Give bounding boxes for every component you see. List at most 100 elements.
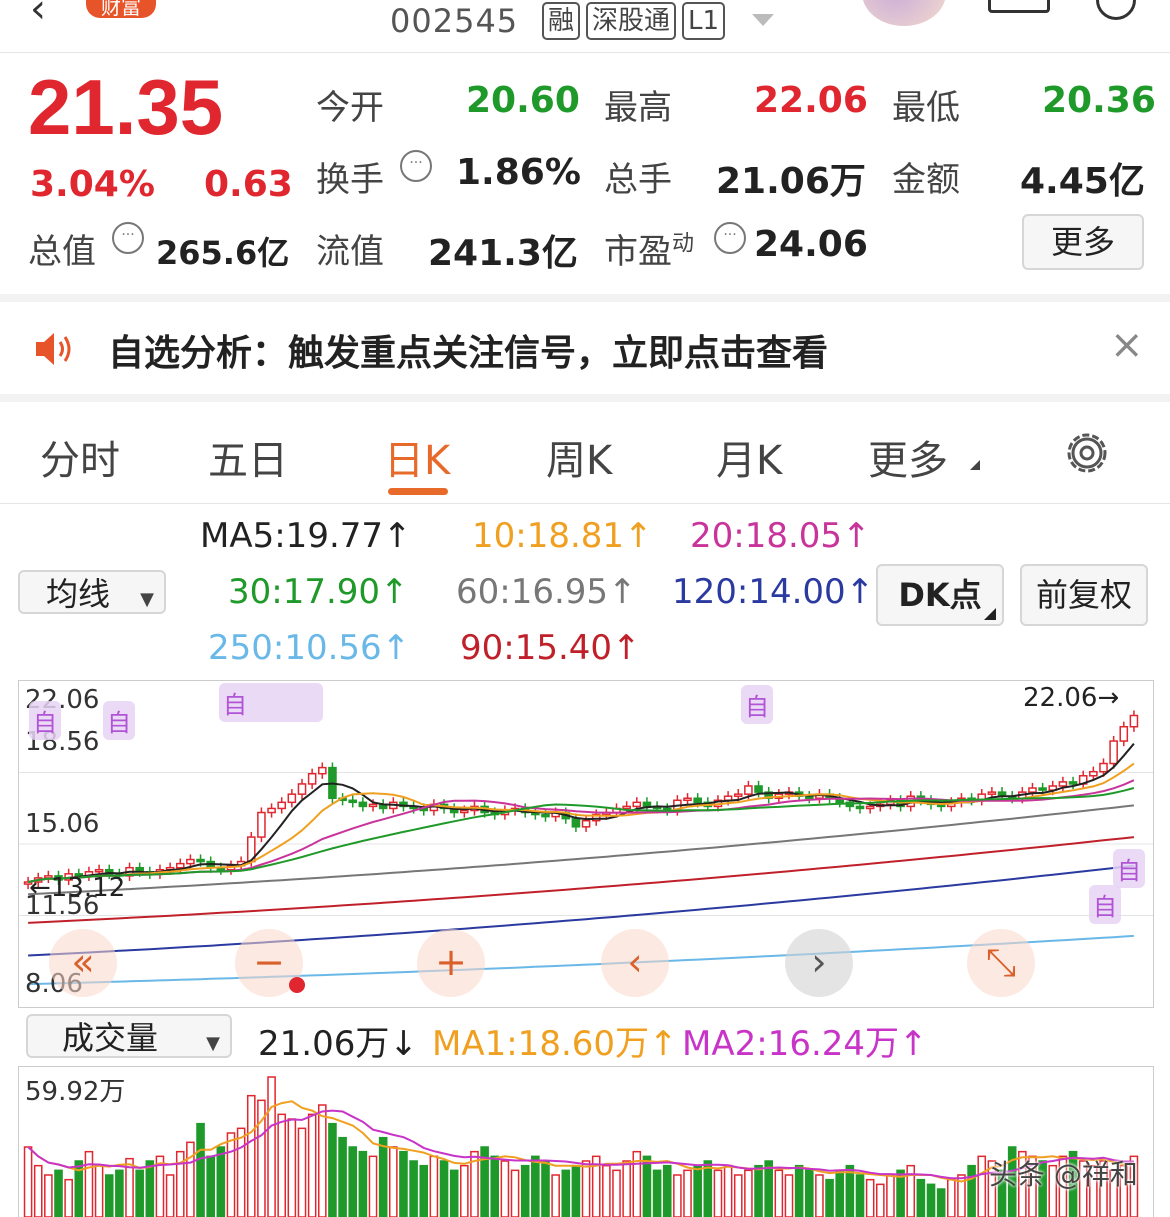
volume-bar bbox=[693, 1164, 702, 1217]
volume-selector[interactable]: 成交量 ▼ bbox=[26, 1014, 232, 1058]
tab-intraday[interactable]: 分时 bbox=[40, 428, 120, 486]
stat-mktcap-value: 265.6亿 bbox=[156, 234, 290, 272]
ma120-line bbox=[28, 864, 1135, 957]
volume-bar bbox=[652, 1169, 662, 1217]
volume-bar bbox=[764, 1160, 773, 1217]
stat-open-value: 20.60 bbox=[466, 80, 580, 121]
volume-bar bbox=[500, 1160, 510, 1217]
close-icon[interactable]: × bbox=[1110, 322, 1144, 368]
stat-turnover-label: 换手 bbox=[316, 160, 384, 200]
avatar[interactable] bbox=[862, 0, 946, 26]
volume-bar bbox=[449, 1169, 459, 1217]
more-stats-button[interactable]: 更多 bbox=[1022, 214, 1144, 270]
volume-bar bbox=[23, 1146, 33, 1217]
candle-body bbox=[733, 793, 743, 797]
stat-amount-label: 金额 bbox=[892, 160, 960, 200]
tab-monthly-k[interactable]: 月K bbox=[716, 428, 782, 486]
volume-bar bbox=[348, 1146, 358, 1217]
signal-mark[interactable]: 自 bbox=[29, 701, 61, 740]
tag-level: L1 bbox=[682, 2, 726, 40]
gear-icon[interactable] bbox=[1062, 428, 1112, 478]
stat-volume-value: 21.06万 bbox=[716, 161, 866, 202]
tab-5day[interactable]: 五日 bbox=[208, 428, 288, 486]
candle-body bbox=[744, 785, 753, 795]
stat-mktcap-label: 总值 bbox=[28, 232, 96, 272]
volume-bar bbox=[317, 1104, 327, 1217]
high-marker: 22.06→ bbox=[1023, 683, 1120, 713]
volume-bar bbox=[165, 1174, 175, 1217]
search-icon[interactable] bbox=[1096, 0, 1136, 20]
volume-bar bbox=[551, 1174, 560, 1217]
volume-bar bbox=[226, 1132, 236, 1217]
volume-bar bbox=[246, 1094, 256, 1217]
volume-bar bbox=[510, 1169, 520, 1217]
candle-body bbox=[368, 803, 378, 808]
signal-mark-group[interactable]: 自 bbox=[219, 683, 323, 722]
dk-point-button[interactable]: DK点 bbox=[876, 564, 1004, 626]
volume-bar bbox=[794, 1164, 804, 1217]
volume-ma2: MA2:16.24万↑ bbox=[682, 1024, 928, 1064]
low-marker-value: 13.12 bbox=[50, 873, 126, 903]
volume-bar bbox=[683, 1169, 692, 1217]
volume-ma1-text: MA1:18.60万 bbox=[432, 1024, 650, 1064]
volume-bar bbox=[784, 1174, 794, 1217]
share-box-icon[interactable] bbox=[988, 0, 1050, 13]
kline-chart[interactable]: 22.06 18.56 15.06 11.56 8.06 22.06→ ←13.… bbox=[18, 680, 1154, 1008]
tab-weekly-k[interactable]: 周K bbox=[546, 428, 612, 486]
divider bbox=[0, 503, 1170, 504]
ma250-value: 250:10.56↑ bbox=[208, 628, 411, 668]
notice-text[interactable]: 自选分析：触发重点关注信号，立即点击查看 bbox=[108, 324, 828, 376]
ma60-value: 60:16.95↑ bbox=[456, 572, 637, 612]
volume-chart[interactable]: 59.92万 头条 @祥和 bbox=[18, 1066, 1154, 1217]
candle-body bbox=[196, 858, 205, 863]
tab-more[interactable]: 更多 bbox=[868, 428, 948, 486]
fullscreen-button[interactable]: ⤡ bbox=[967, 929, 1035, 997]
tab-daily-k[interactable]: 日K bbox=[384, 428, 450, 486]
notice-bar[interactable]: 自选分析：触发重点关注信号，立即点击查看 × bbox=[0, 302, 1170, 394]
volume-bar bbox=[236, 1127, 246, 1217]
stat-open-label: 今开 bbox=[316, 88, 384, 128]
volume-bar bbox=[186, 1141, 195, 1217]
volume-bar bbox=[54, 1169, 63, 1217]
signal-mark[interactable]: 自 bbox=[741, 685, 773, 724]
candle-body bbox=[622, 805, 631, 810]
volume-bar bbox=[916, 1178, 926, 1217]
volume-bar bbox=[297, 1127, 307, 1217]
volume-bar bbox=[64, 1178, 73, 1217]
volume-bar bbox=[267, 1076, 276, 1217]
scroll-left-fast-button[interactable]: « bbox=[49, 929, 117, 997]
scroll-right-button[interactable]: › bbox=[785, 929, 853, 997]
candle-body bbox=[297, 783, 307, 795]
volume-bar bbox=[967, 1164, 976, 1217]
ma90-text: 90:15.40 bbox=[460, 628, 613, 668]
candle-body bbox=[175, 862, 185, 869]
volume-bar bbox=[94, 1164, 104, 1217]
back-arrow-icon[interactable]: ‹ bbox=[30, 0, 46, 32]
signal-mark[interactable]: 自 bbox=[1113, 849, 1145, 888]
volume-bar bbox=[338, 1136, 347, 1217]
candle-body bbox=[1119, 725, 1129, 742]
candle-body bbox=[186, 858, 195, 865]
tag-connect: 深股通 bbox=[586, 2, 677, 40]
volume-bar bbox=[622, 1160, 631, 1217]
volume-bar bbox=[104, 1174, 114, 1217]
divider bbox=[0, 394, 1170, 402]
pe-info-icon[interactable]: ··· bbox=[714, 222, 746, 254]
candle-body bbox=[632, 801, 642, 808]
candle-body bbox=[267, 807, 276, 814]
signal-mark[interactable]: 自 bbox=[1089, 885, 1121, 924]
divider bbox=[0, 294, 1170, 302]
pe-label-text: 市盈 bbox=[604, 232, 672, 272]
candle-body bbox=[257, 811, 266, 838]
ma-selector[interactable]: 均线 ▼ bbox=[18, 570, 166, 614]
signal-mark[interactable]: 自 bbox=[103, 701, 135, 740]
mktcap-info-icon[interactable]: ··· bbox=[112, 222, 144, 254]
scroll-left-button[interactable]: ‹ bbox=[601, 929, 669, 997]
adjust-mode-button[interactable]: 前复权 bbox=[1020, 564, 1148, 626]
zoom-in-button[interactable]: + bbox=[417, 929, 485, 997]
ma-selector-label: 均线 bbox=[46, 575, 111, 613]
turnover-info-icon[interactable]: ··· bbox=[400, 150, 432, 182]
stat-low-value: 20.36 bbox=[1042, 80, 1156, 121]
volume-bar bbox=[886, 1174, 895, 1217]
dropdown-triangle-icon[interactable] bbox=[752, 14, 774, 26]
